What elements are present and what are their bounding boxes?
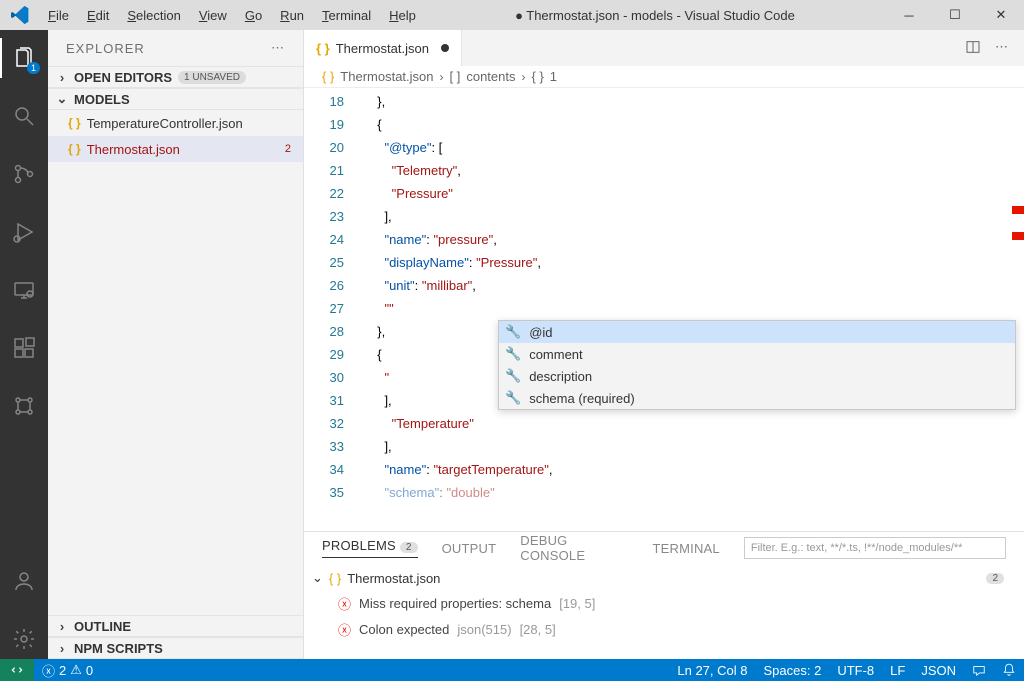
wrench-icon: 🔧 xyxy=(505,390,521,406)
json-file-icon: { } xyxy=(322,69,334,84)
menu-run[interactable]: Run xyxy=(272,4,312,27)
extensions-icon[interactable] xyxy=(0,328,48,368)
wrench-icon: 🔧 xyxy=(505,368,521,384)
file-item[interactable]: { }TemperatureController.json xyxy=(48,110,303,136)
remote-explorer-icon[interactable] xyxy=(0,270,48,310)
line-gutter: 181920212223242526272829303132333435 xyxy=(304,88,362,531)
remote-indicator[interactable] xyxy=(0,659,34,681)
panel: PROBLEMS2 OUTPUT DEBUG CONSOLE TERMINAL … xyxy=(304,531,1024,659)
file-item[interactable]: { }Thermostat.json2 xyxy=(48,136,303,162)
npm-scripts-section[interactable]: ›NPM SCRIPTS xyxy=(48,637,303,659)
json-file-icon: { } xyxy=(68,142,81,156)
menu-edit[interactable]: Edit xyxy=(79,4,117,27)
editor-tabs: { } Thermostat.json ⋯ xyxy=(304,30,1024,66)
intellisense-item[interactable]: 🔧comment xyxy=(499,343,1015,365)
intellisense-popup[interactable]: 🔧@id🔧comment🔧description🔧schema (require… xyxy=(498,320,1016,410)
file-list: { }TemperatureController.json{ }Thermost… xyxy=(48,110,303,615)
explorer-sidebar: EXPLORER ⋯ › OPEN EDITORS 1 UNSAVED ⌄ MO… xyxy=(48,30,304,659)
open-editors-section[interactable]: › OPEN EDITORS 1 UNSAVED xyxy=(48,66,303,88)
status-cursor-pos[interactable]: Ln 27, Col 8 xyxy=(669,663,755,678)
problem-item[interactable]: ⓧColon expectedjson(515)[28, 5] xyxy=(312,616,1016,642)
minimize-button[interactable]: ─ xyxy=(886,0,932,30)
status-encoding[interactable]: UTF-8 xyxy=(829,663,882,678)
activity-bar: 1 xyxy=(0,30,48,659)
source-control-icon[interactable] xyxy=(0,154,48,194)
window-title: ● Thermostat.json - models - Visual Stud… xyxy=(424,8,886,23)
breadcrumbs[interactable]: { } Thermostat.json › [ ] contents › { }… xyxy=(304,66,1024,88)
status-bell-icon[interactable] xyxy=(994,663,1024,677)
json-file-icon: { } xyxy=(68,116,81,130)
dirty-indicator-icon xyxy=(441,44,449,52)
explorer-title: EXPLORER ⋯ xyxy=(48,30,303,66)
vscode-logo xyxy=(0,6,40,24)
overview-ruler[interactable] xyxy=(1010,146,1024,446)
status-bar: ⓧ 2 ⚠ 0 Ln 27, Col 8 Spaces: 2 UTF-8 LF … xyxy=(0,659,1024,681)
menu-terminal[interactable]: Terminal xyxy=(314,4,379,27)
chevron-down-icon: ⌄ xyxy=(56,91,68,107)
unsaved-badge: 1 UNSAVED xyxy=(178,71,246,84)
tab-problems[interactable]: PROBLEMS2 xyxy=(322,538,418,558)
explorer-badge: 1 xyxy=(27,62,40,74)
tab-terminal[interactable]: TERMINAL xyxy=(653,541,720,556)
problem-item[interactable]: ⓧMiss required properties: schema[19, 5] xyxy=(312,590,1016,616)
panel-tabs: PROBLEMS2 OUTPUT DEBUG CONSOLE TERMINAL … xyxy=(304,532,1024,564)
menu-help[interactable]: Help xyxy=(381,4,424,27)
wrench-icon: 🔧 xyxy=(505,346,521,362)
intellisense-item[interactable]: 🔧description xyxy=(499,365,1015,387)
close-button[interactable]: ✕ xyxy=(978,0,1024,30)
problems-file-row[interactable]: ⌄ { } Thermostat.json 2 xyxy=(312,566,1016,590)
title-bar: FileEditSelectionViewGoRunTerminalHelp ●… xyxy=(0,0,1024,30)
folder-section[interactable]: ⌄ MODELS xyxy=(48,88,303,110)
menu-selection[interactable]: Selection xyxy=(119,4,188,27)
tab-thermostat[interactable]: { } Thermostat.json xyxy=(304,30,462,66)
intellisense-item[interactable]: 🔧@id xyxy=(499,321,1015,343)
editor-area: { } Thermostat.json ⋯ { } Thermostat.jso… xyxy=(304,30,1024,659)
search-icon[interactable] xyxy=(0,96,48,136)
status-feedback-icon[interactable] xyxy=(964,663,994,677)
custom-dtdl-icon[interactable] xyxy=(0,386,48,426)
status-spaces[interactable]: Spaces: 2 xyxy=(755,663,829,678)
maximize-button[interactable]: ☐ xyxy=(932,0,978,30)
accounts-icon[interactable] xyxy=(0,561,48,601)
menu-bar: FileEditSelectionViewGoRunTerminalHelp xyxy=(40,4,424,27)
problems-filter-input[interactable]: Filter. E.g.: text, **/*.ts, !**/node_mo… xyxy=(744,537,1006,559)
menu-go[interactable]: Go xyxy=(237,4,270,27)
settings-gear-icon[interactable] xyxy=(0,619,48,659)
json-file-icon: { } xyxy=(329,571,341,586)
status-language[interactable]: JSON xyxy=(913,663,964,678)
more-actions-icon[interactable]: ⋯ xyxy=(995,39,1008,58)
tab-output[interactable]: OUTPUT xyxy=(442,541,497,556)
menu-view[interactable]: View xyxy=(191,4,235,27)
wrench-icon: 🔧 xyxy=(505,324,521,340)
outline-section[interactable]: ›OUTLINE xyxy=(48,615,303,637)
json-file-icon: { } xyxy=(316,41,330,56)
intellisense-item[interactable]: 🔧schema (required) xyxy=(499,387,1015,409)
more-icon[interactable]: ⋯ xyxy=(271,40,285,56)
error-icon: ⓧ xyxy=(338,594,351,613)
status-eol[interactable]: LF xyxy=(882,663,913,678)
menu-file[interactable]: File xyxy=(40,4,77,27)
split-editor-icon[interactable] xyxy=(965,39,981,58)
tab-debug-console[interactable]: DEBUG CONSOLE xyxy=(520,533,628,563)
explorer-icon[interactable]: 1 xyxy=(0,38,48,78)
status-errors[interactable]: ⓧ 2 ⚠ 0 xyxy=(34,661,101,680)
problems-list: ⌄ { } Thermostat.json 2 ⓧMiss required p… xyxy=(304,564,1024,659)
chevron-right-icon: › xyxy=(56,70,68,85)
run-debug-icon[interactable] xyxy=(0,212,48,252)
chevron-down-icon: ⌄ xyxy=(312,570,323,586)
code-content[interactable]: }, { "@type": [ "Telemetry", "Pressure" … xyxy=(362,88,1024,531)
error-icon: ⓧ xyxy=(338,620,351,639)
code-editor[interactable]: 181920212223242526272829303132333435 }, … xyxy=(304,88,1024,531)
